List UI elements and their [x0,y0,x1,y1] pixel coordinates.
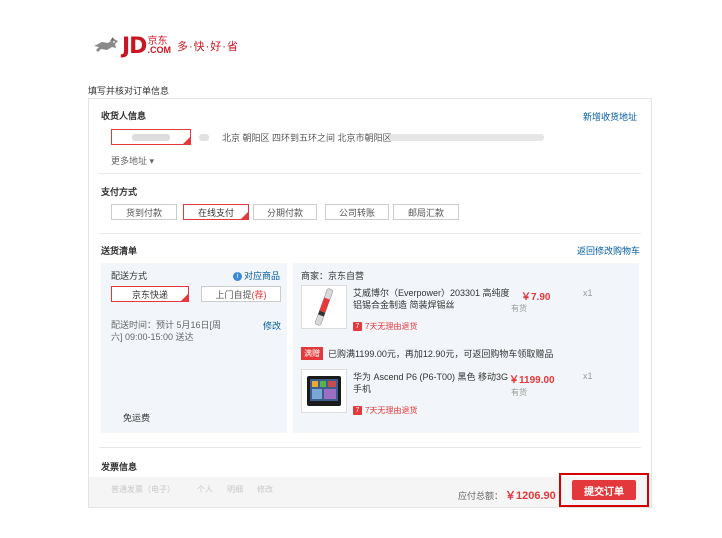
blurred-text [199,134,209,141]
ship-option-jd-express-label: 京东快递 [131,289,168,300]
pay-option-online-label: 在线支付 [197,207,234,218]
blurred-text [389,134,544,141]
payment-section-title: 支付方式 [101,187,138,197]
invoice-type: 普通发票（电子） [111,485,175,494]
goods-link[interactable]: i 对应商品 [233,269,280,282]
selected-corner-icon [181,294,188,301]
jd-logo[interactable]: JD 京东 .COM 多·快·好·省 [92,33,239,59]
ship-option-jd-express[interactable]: 京东快递 [111,286,189,302]
divider [99,173,641,174]
return-policy-label: 7天无理由退货 [365,322,418,331]
return-policy: 7 7天无理由退货 [353,405,417,416]
product-stock: 有货 [511,388,527,397]
add-address-link[interactable]: 新增收货地址 [583,110,637,123]
pay-option-postal[interactable]: 邮局汇款 [393,204,459,220]
logo-jd-text: JD [122,33,147,59]
product-name[interactable]: 艾威博尔（Everpower）203301 高纯度铝锡合金制造 简装焊锡丝 [353,287,511,311]
jd-dog-icon [94,37,118,52]
free-shipping-label: 免运费 [123,413,151,423]
solder-wire-icon [314,288,334,326]
promo-tag: 满赠 [301,347,323,360]
recommend-tag: (荐) [251,289,267,300]
merchant-label: 商家：京东自营 [301,271,365,281]
return-icon: 7 [353,406,362,415]
promo-text: 已购满1199.00元，再加12.90元，可返回购物车领取赠品 [328,349,554,359]
invoice-title: 个人 [197,485,213,494]
product-price: ￥1199.00 [509,375,555,386]
submit-highlight-box: 提交订单 [559,473,649,507]
product-name[interactable]: 华为 Ascend P6 (P6-T00) 黑色 移动3G手机 [353,371,511,395]
promo-banner[interactable]: 满赠 已购满1199.00元，再加12.90元，可返回购物车领取赠品 [301,347,553,360]
divider [99,447,641,448]
logo-cn-block: 京东 .COM [147,37,171,55]
page-title: 填写并核对订单信息 [88,86,170,96]
pay-option-online[interactable]: 在线支付 [183,204,249,220]
submit-order-button[interactable]: 提交订单 [572,480,636,500]
invoice-content: 明细 [227,485,243,494]
delivery-time-label: 配送时间： [111,320,157,330]
goods-link-label: 对应商品 [244,271,281,281]
invoice-modify-link[interactable]: 修改 [257,484,273,495]
divider [99,233,641,234]
ship-option-pickup-label: 上门自提 [215,289,252,300]
blurred-name [132,134,170,141]
return-policy-label: 7天无理由退货 [365,406,418,415]
order-panel: 收货人信息 新增收货地址 北京 朝阳区 四环到五环之间 北京市朝阳区 更多地址 … [88,98,652,508]
product-qty: x1 [583,371,593,381]
info-icon: i [233,272,242,282]
phone-icon [307,376,341,406]
product-stock: 有货 [511,304,527,313]
total-label: 应付总额： [458,491,504,501]
invoice-section-title: 发票信息 [101,462,138,472]
shipping-method-label: 配送方式 [111,271,148,281]
pay-option-cod[interactable]: 货到付款 [111,204,177,220]
back-to-cart-link[interactable]: 返回修改购物车 [577,244,640,257]
ship-option-pickup[interactable]: 上门自提 (荐) [201,286,281,302]
return-icon: 7 [353,322,362,331]
address-section-title: 收货人信息 [101,111,147,121]
address-detail: 北京 朝阳区 四环到五环之间 北京市朝阳区 [222,133,392,143]
total-value: ￥1206.90 [505,490,556,502]
pay-option-installment[interactable]: 分期付款 [253,204,317,220]
logo-com-text: .COM [147,45,171,55]
product-qty: x1 [583,288,593,298]
pay-option-transfer[interactable]: 公司转账 [325,204,389,220]
shipping-section-title: 送货清单 [101,246,138,256]
modify-time-link[interactable]: 修改 [263,319,281,332]
return-policy: 7 7天无理由退货 [353,321,417,332]
product-image-phone[interactable] [301,369,347,413]
product-price: ￥7.90 [521,292,551,303]
product-image-solder[interactable] [301,285,347,329]
logo-slogan: 多·快·好·省 [176,41,239,53]
address-name-selected[interactable] [111,129,191,145]
selected-corner-icon [183,137,190,144]
selected-corner-icon [241,212,248,219]
more-address-link[interactable]: 更多地址 ▾ [111,154,154,167]
delivery-time: 配送时间：预计 5月16日[周六] 09:00-15:00 送达 [111,319,231,343]
